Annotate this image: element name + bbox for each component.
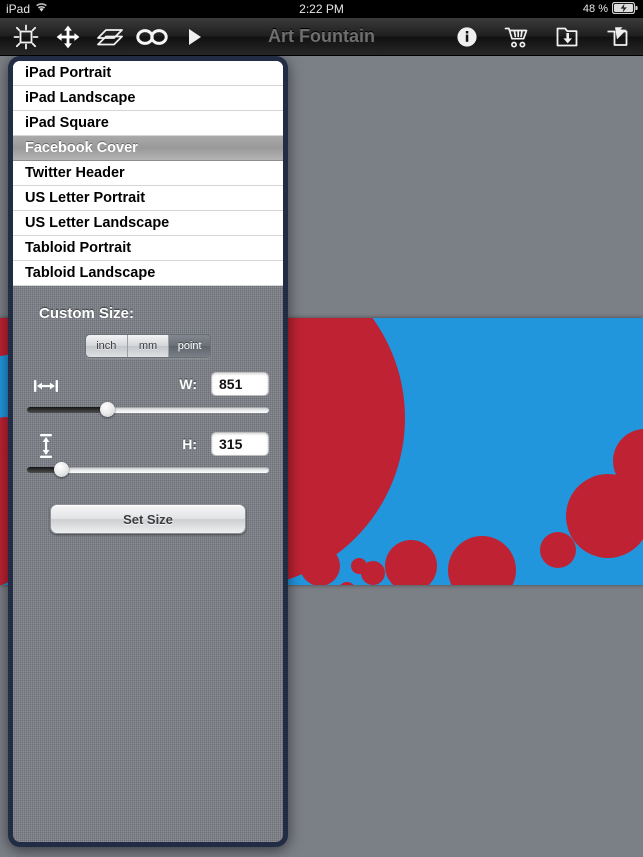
size-preset-item[interactable]: Twitter Header	[13, 161, 283, 186]
battery-charging-icon	[611, 1, 638, 17]
unit-segment-inch[interactable]: inch	[86, 335, 128, 357]
crop-tool-button[interactable]	[6, 20, 46, 54]
size-preset-item[interactable]: US Letter Landscape	[13, 211, 283, 236]
battery-percent-label: 48 %	[582, 3, 608, 15]
size-preset-list[interactable]: iPad Portrait iPad Landscape iPad Square Fa…	[13, 61, 283, 286]
canvas-size-popover: iPad Portrait iPad Landscape iPad Square Fa…	[8, 42, 288, 847]
width-slider-knob[interactable]	[99, 402, 115, 417]
play-button[interactable]	[174, 20, 214, 54]
custom-size-section: Custom Size: inch mm point W: 851 H: 315…	[13, 293, 283, 534]
size-preset-item[interactable]: Tabloid Landscape	[13, 261, 283, 286]
width-slider[interactable]	[27, 402, 269, 417]
size-preset-item[interactable]: iPad Portrait	[13, 61, 283, 86]
info-button[interactable]	[447, 20, 487, 54]
height-slider-knob[interactable]	[53, 462, 69, 477]
move-tool-button[interactable]	[48, 20, 88, 54]
layers-button[interactable]	[90, 20, 130, 54]
status-right: 48 %	[583, 0, 638, 18]
ipad-screen: iPad 2:22 PM 48 % Art Fountain iPad Port…	[0, 0, 643, 857]
artwork-circle	[361, 561, 385, 585]
popover-body: iPad Portrait iPad Landscape iPad Square Fa…	[8, 56, 288, 847]
width-label: W:	[179, 376, 197, 392]
width-input[interactable]	[211, 372, 269, 396]
unit-segmented-control[interactable]: inch mm point	[85, 334, 211, 358]
custom-size-title: Custom Size:	[39, 305, 135, 322]
height-label: H:	[182, 436, 197, 452]
width-row: W:	[27, 372, 269, 418]
width-arrows-icon	[31, 372, 61, 400]
status-bar: iPad 2:22 PM 48 %	[0, 0, 643, 18]
size-preset-item[interactable]: US Letter Portrait	[13, 186, 283, 211]
artwork-circle	[540, 532, 576, 568]
unit-segment-mm[interactable]: mm	[127, 335, 170, 357]
size-preset-item[interactable]: Tabloid Portrait	[13, 236, 283, 261]
artwork-circle	[300, 546, 340, 585]
height-input[interactable]	[211, 432, 269, 456]
width-slider-fill	[27, 407, 107, 413]
toolbar-left-group	[0, 20, 214, 54]
top-toolbar: Art Fountain	[0, 18, 643, 56]
height-slider[interactable]	[27, 462, 269, 477]
infinity-button[interactable]	[132, 20, 172, 54]
height-row: H:	[27, 432, 269, 478]
store-button[interactable]	[497, 20, 537, 54]
share-button[interactable]	[597, 20, 637, 54]
save-button[interactable]	[547, 20, 587, 54]
set-size-button[interactable]: Set Size	[50, 504, 246, 534]
clock-label: 2:22 PM	[299, 2, 344, 16]
unit-segment-point[interactable]: point	[169, 335, 210, 357]
height-arrows-icon	[31, 432, 61, 460]
size-preset-item[interactable]: Facebook Cover	[13, 136, 283, 161]
popover-content: iPad Portrait iPad Landscape iPad Square Fa…	[13, 61, 283, 842]
size-preset-item[interactable]: iPad Landscape	[13, 86, 283, 111]
size-preset-item[interactable]: iPad Square	[13, 111, 283, 136]
toolbar-right-group	[447, 20, 637, 54]
